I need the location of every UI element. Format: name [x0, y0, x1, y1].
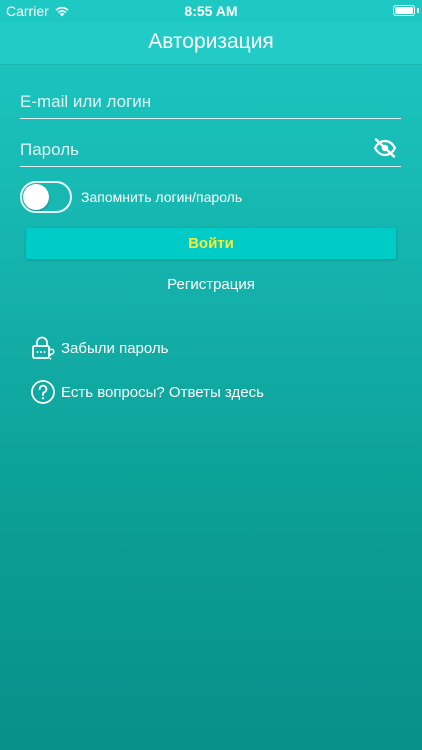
register-link[interactable]: Регистрация: [0, 276, 422, 293]
battery-tip: [417, 8, 419, 13]
password-field[interactable]: [20, 132, 401, 167]
toggle-knob: [23, 184, 49, 210]
status-bar: Carrier 8:55 AM: [0, 0, 422, 22]
battery-icon: [393, 5, 415, 16]
forgot-password-link[interactable]: Забыли пароль: [30, 334, 168, 362]
eye-off-icon[interactable]: [373, 138, 397, 158]
remember-label: Запомнить логин/пароль: [81, 189, 243, 205]
lock-question-icon: [32, 336, 55, 360]
forgot-password-label: Забыли пароль: [61, 339, 169, 357]
question-circle-icon: [31, 380, 55, 404]
remember-toggle[interactable]: [20, 181, 72, 213]
battery-level: [395, 7, 413, 14]
login-input[interactable]: [20, 90, 360, 114]
faq-label: Есть вопросы? Ответы здесь: [61, 383, 264, 401]
login-button[interactable]: Войти: [26, 228, 396, 259]
nav-bar: Авторизация: [0, 22, 422, 65]
faq-link[interactable]: Есть вопросы? Ответы здесь: [30, 378, 264, 406]
login-button-label: Войти: [188, 235, 234, 252]
page-title: Авторизация: [148, 30, 274, 53]
status-time: 8:55 AM: [184, 3, 238, 19]
login-field[interactable]: [20, 84, 401, 119]
remember-row: Запомнить логин/пароль: [20, 181, 401, 213]
password-input[interactable]: [20, 138, 360, 162]
